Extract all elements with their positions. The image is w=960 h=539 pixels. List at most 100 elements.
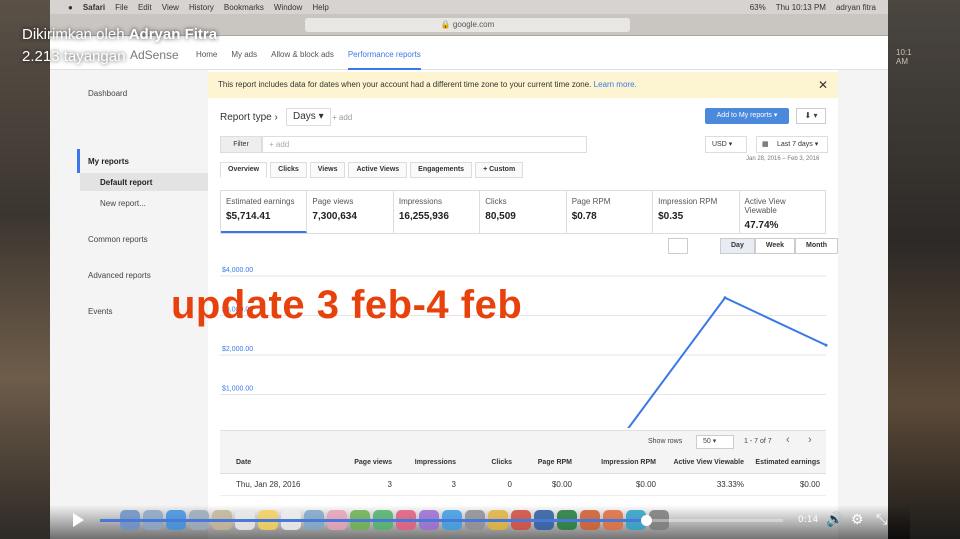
table-pager: Show rows 50 ▾ 1 - 7 of 7 ‹ ›	[220, 430, 826, 452]
col-estimated-earnings[interactable]: Estimated earnings	[744, 452, 826, 473]
filter-input[interactable]: + add	[262, 136, 587, 153]
sidebar-my-reports[interactable]: My reports	[88, 157, 129, 166]
menubar-clock[interactable]: Thu 10:13 PM	[776, 3, 826, 12]
lock-icon: 🔒	[440, 20, 451, 29]
nav-allow-block-ads[interactable]: Allow & block ads	[271, 36, 334, 70]
apple-icon[interactable]: ●	[68, 3, 73, 12]
notice-text: This report includes data for dates when…	[218, 80, 592, 89]
video-caption: update 3 feb-4 feb	[171, 283, 523, 327]
tab-engagements[interactable]: Engagements	[410, 162, 473, 178]
metric-clicks[interactable]: Clicks 80,509	[480, 191, 567, 233]
timezone-notice: This report includes data for dates when…	[208, 72, 838, 98]
menubar-window[interactable]: Window	[274, 3, 302, 12]
play-icon[interactable]	[73, 513, 84, 527]
sidebar-selected-marker	[77, 149, 80, 173]
comment-icon[interactable]	[668, 238, 688, 254]
granularity-month[interactable]: Month	[795, 238, 839, 254]
next-page-icon[interactable]: ›	[808, 434, 812, 446]
menubar-history[interactable]: History	[189, 3, 214, 12]
metric-impression-rpm[interactable]: Impression RPM $0.35	[653, 191, 740, 233]
video-time: 0:14	[798, 515, 819, 525]
chart-data-point[interactable]	[723, 296, 727, 300]
learn-more-link[interactable]: Learn more.	[594, 80, 637, 89]
address-bar[interactable]: 🔒 google.com	[305, 18, 630, 32]
tab-overview[interactable]: Overview	[220, 162, 268, 178]
menubar-bookmarks[interactable]: Bookmarks	[224, 3, 264, 12]
progress-fill	[100, 519, 647, 522]
tab-views[interactable]: Views	[309, 162, 346, 178]
tab-active-views[interactable]: Active Views	[348, 162, 408, 178]
report-type-add[interactable]: + add	[332, 113, 352, 122]
settings-gear-icon[interactable]: ⚙	[851, 512, 864, 526]
cell-estimated-earnings: $0.00	[799, 480, 820, 489]
granularity-week[interactable]: Week	[754, 238, 796, 254]
tab-clicks[interactable]: Clicks	[270, 162, 307, 178]
volume-icon[interactable]: 🔊	[826, 512, 843, 526]
report-table: Date Page views Impressions Clicks Page …	[220, 452, 826, 496]
metric-impressions[interactable]: Impressions 16,255,936	[394, 191, 481, 233]
chart-y-tick-label: $4,000.00	[222, 267, 253, 274]
prev-page-icon[interactable]: ‹	[786, 434, 790, 446]
menubar-file[interactable]: File	[115, 3, 128, 12]
report-tabs: Overview Clicks Views Active Views Engag…	[220, 162, 524, 178]
calendar-icon: ▦	[762, 141, 769, 148]
menubar-edit[interactable]: Edit	[138, 3, 152, 12]
metric-page-views[interactable]: Page views 7,300,634	[307, 191, 394, 233]
cell-page-views: 3	[387, 480, 392, 489]
progress-track[interactable]	[100, 515, 783, 526]
chart-y-tick-label: $1,000.00	[222, 386, 253, 393]
menubar-view[interactable]: View	[162, 3, 179, 12]
sidebar-events[interactable]: Events	[88, 307, 112, 316]
date-range-subtitle: Jan 28, 2016 – Feb 3, 2016	[746, 156, 820, 162]
sidebar-dashboard[interactable]: Dashboard	[88, 89, 127, 98]
col-active-view[interactable]: Active View Viewable	[656, 452, 744, 473]
col-clicks[interactable]: Clicks	[456, 452, 512, 473]
col-impressions[interactable]: Impressions	[392, 452, 456, 473]
tab-custom[interactable]: + Custom	[475, 162, 524, 178]
close-icon[interactable]: ✕	[818, 72, 828, 98]
metric-active-view-viewable[interactable]: Active View Viewable 47.74%	[740, 191, 825, 233]
show-rows-label: Show rows	[648, 438, 683, 445]
author-name[interactable]: Adryan Fitra	[129, 26, 217, 43]
sidebar-new-report[interactable]: New report...	[100, 199, 146, 208]
metric-estimated-earnings[interactable]: Estimated earnings $5,714.41	[221, 191, 308, 233]
pager-range: 1 - 7 of 7	[744, 438, 772, 445]
video-frame: { "overlay": { "prefix": "Dikirimkan ole…	[0, 0, 960, 539]
cell-clicks: 0	[507, 480, 512, 489]
cell-impression-rpm: $0.00	[635, 480, 656, 489]
rows-select[interactable]: 50 ▾	[696, 435, 734, 449]
download-icon[interactable]: ⬇ ▾	[796, 108, 826, 124]
metric-page-rpm[interactable]: Page RPM $0.78	[567, 191, 654, 233]
col-page-views[interactable]: Page views	[330, 452, 392, 473]
view-count: 2.213 tayangan	[22, 48, 126, 65]
nav-my-ads[interactable]: My ads	[231, 36, 257, 70]
posted-by-label: Dikirimkan oleh	[22, 26, 125, 43]
nav-performance-reports[interactable]: Performance reports	[347, 36, 421, 70]
facebook-overlay: Dikirimkan oleh Adryan Fitra 2.213 tayan…	[22, 24, 217, 68]
add-to-my-reports-button[interactable]: Add to My reports ▾	[705, 108, 789, 124]
battery-level[interactable]: 63%	[750, 3, 766, 12]
currency-select[interactable]: USD ▾	[705, 136, 747, 153]
chart-data-point[interactable]	[824, 343, 828, 347]
fullscreen-exit-icon[interactable]: ⤡	[876, 512, 887, 526]
url-text: google.com	[452, 20, 495, 29]
cell-active-view: 33.33%	[716, 480, 744, 489]
mac-menubar: ● Safari File Edit View History Bookmark…	[50, 0, 888, 14]
table-header: Date Page views Impressions Clicks Page …	[220, 452, 826, 474]
col-page-rpm[interactable]: Page RPM	[512, 452, 572, 473]
menubar-help[interactable]: Help	[312, 3, 328, 12]
date-range-select[interactable]: ▦ Last 7 days ▾	[756, 136, 828, 153]
col-impression-rpm[interactable]: Impression RPM	[572, 452, 656, 473]
report-type-select[interactable]: Days ▾	[286, 108, 331, 126]
filter-label: Filter	[220, 136, 262, 153]
menubar-app[interactable]: Safari	[83, 3, 105, 12]
sidebar-default-report[interactable]: Default report	[100, 178, 152, 187]
menubar-user[interactable]: adryan fitra	[836, 3, 876, 12]
report-type-label: Report type ›	[220, 112, 278, 123]
sidebar-common-reports[interactable]: Common reports	[88, 235, 148, 244]
sidebar-advanced-reports[interactable]: Advanced reports	[88, 271, 151, 280]
table-row: Thu, Jan 28, 2016 3 3 0 $0.00 $0.00 33.3…	[220, 474, 826, 496]
granularity-toggle: Day Week Month	[720, 238, 839, 254]
col-date[interactable]: Date	[220, 452, 330, 473]
granularity-day[interactable]: Day	[720, 238, 755, 254]
